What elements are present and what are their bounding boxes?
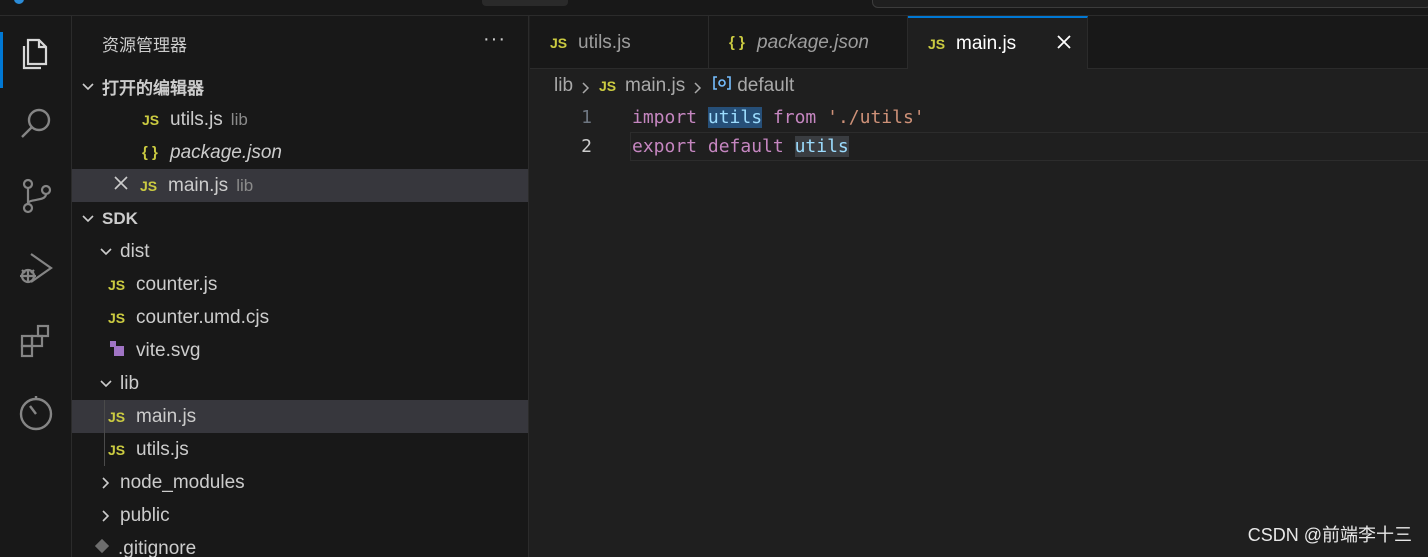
gauge-icon [19,396,53,431]
indent-guide [104,400,105,433]
watermark: CSDN @前端李十三 [1247,525,1412,545]
folder-item[interactable]: node_modules [72,466,528,499]
file-name: vite.svg [136,339,201,361]
search-button[interactable] [0,96,72,152]
activity-bar [0,16,72,557]
json-file-icon: { } [729,34,745,51]
open-editors-label: 打开的编辑器 [102,79,204,98]
source-control-icon [22,178,52,214]
js-file-icon: JS [550,34,568,51]
folder-name: public [120,504,170,526]
js-file-icon: JS [599,78,617,94]
json-file-icon: { } [142,144,158,161]
chevron-right-icon [98,475,114,491]
run-debug-icon [20,253,53,284]
editor-area: JS utils.js { } package.json JS main.js … [530,16,1428,557]
js-file-icon: JS [108,441,126,458]
tab-label: main.js [956,32,1017,54]
app-logo [14,0,24,4]
root-label: SDK [102,208,138,228]
tab-label: utils.js [578,31,631,53]
indent-guide [104,433,105,466]
chevron-down-icon [98,244,114,260]
command-center-search[interactable] [872,0,1428,8]
file-item[interactable]: vite.svg [72,334,528,367]
file-item-selected[interactable]: JS main.js [72,400,528,433]
js-file-icon: JS [140,177,158,194]
js-file-icon: JS [108,309,126,326]
js-file-icon: JS [108,408,126,425]
breadcrumb-file[interactable]: main.js [625,75,685,97]
open-editor-name: package.json [170,141,282,163]
chevron-down-icon [80,79,96,95]
chevron-down-icon [80,211,96,227]
run-debug-button[interactable] [0,240,72,296]
breadcrumb-symbol[interactable]: default [737,75,794,97]
file-item[interactable]: JS counter.umd.cjs [72,301,528,334]
line-number: 1 [581,107,592,128]
git-file-icon [94,538,112,557]
workspace-root[interactable]: SDK [72,202,528,235]
file-item[interactable]: JS counter.js [72,268,528,301]
tab-label: package.json [757,31,869,53]
tab-main-js[interactable]: JS main.js [908,16,1088,69]
file-name: .gitignore [118,537,197,557]
open-editor-desc: lib [230,109,248,129]
file-name: main.js [136,405,197,427]
file-name: utils.js [136,438,189,460]
nav-control[interactable] [482,0,568,6]
chevron-right-icon [98,508,114,524]
open-editor-item[interactable]: { } package.json [72,136,528,169]
title-bar [0,0,1428,16]
timeline-button[interactable] [0,384,72,440]
open-editor-name: main.js [168,174,229,196]
code-line-current[interactable]: 2 export default utils [530,132,1428,161]
folder-item[interactable]: lib [72,367,528,400]
line-number: 2 [581,136,592,157]
file-name: counter.umd.cjs [136,306,270,328]
folder-name: dist [120,240,150,262]
svg-file-icon [108,339,126,363]
tab-package-json[interactable]: { } package.json [709,16,908,69]
chevron-right-icon [691,79,705,94]
open-editor-item[interactable]: JS utils.js lib [72,103,528,136]
more-actions-icon[interactable]: ··· [483,28,506,51]
open-editors-section[interactable]: 打开的编辑器 [72,70,528,103]
js-file-icon: JS [142,111,160,128]
extensions-button[interactable] [0,312,72,368]
source-control-button[interactable] [0,168,72,224]
close-icon[interactable] [1055,33,1073,51]
line-content: export default utils [632,136,849,157]
js-file-icon: JS [928,35,946,52]
sidebar-title: 资源管理器 [102,35,187,55]
files-icon [22,38,48,70]
open-editor-item-active[interactable]: JS main.js lib [72,169,528,202]
chevron-down-icon [98,376,114,392]
folder-name: lib [120,372,140,394]
folder-name: node_modules [120,471,245,493]
open-editor-desc: lib [236,175,254,195]
search-icon [21,108,51,138]
line-content: import utils from './utils' [632,107,925,128]
symbol-icon [711,75,733,97]
explorer-sidebar: 资源管理器 ··· 打开的编辑器 JS utils.js lib { } pac… [72,16,529,557]
tab-utils-js[interactable]: JS utils.js [530,16,709,69]
file-item[interactable]: .gitignore [72,532,528,557]
chevron-right-icon [579,79,593,94]
code-line[interactable]: 1 import utils from './utils' [530,103,1428,132]
explorer-button[interactable] [0,24,72,88]
js-file-icon: JS [108,276,126,293]
code-editor[interactable]: 1 import utils from './utils' 2 export d… [530,103,1428,161]
editor-tabs: JS utils.js { } package.json JS main.js [530,16,1428,69]
breadcrumb-folder[interactable]: lib [554,75,573,97]
folder-item[interactable]: dist [72,235,528,268]
sidebar-header: 资源管理器 ··· [72,16,528,70]
file-item[interactable]: JS utils.js [72,433,528,466]
file-name: counter.js [136,273,218,295]
folder-item[interactable]: public [72,499,528,532]
extensions-icon [20,324,50,358]
open-editor-name: utils.js [170,108,223,130]
close-icon[interactable] [112,174,130,198]
breadcrumb: lib JS main.js default [530,69,1428,103]
